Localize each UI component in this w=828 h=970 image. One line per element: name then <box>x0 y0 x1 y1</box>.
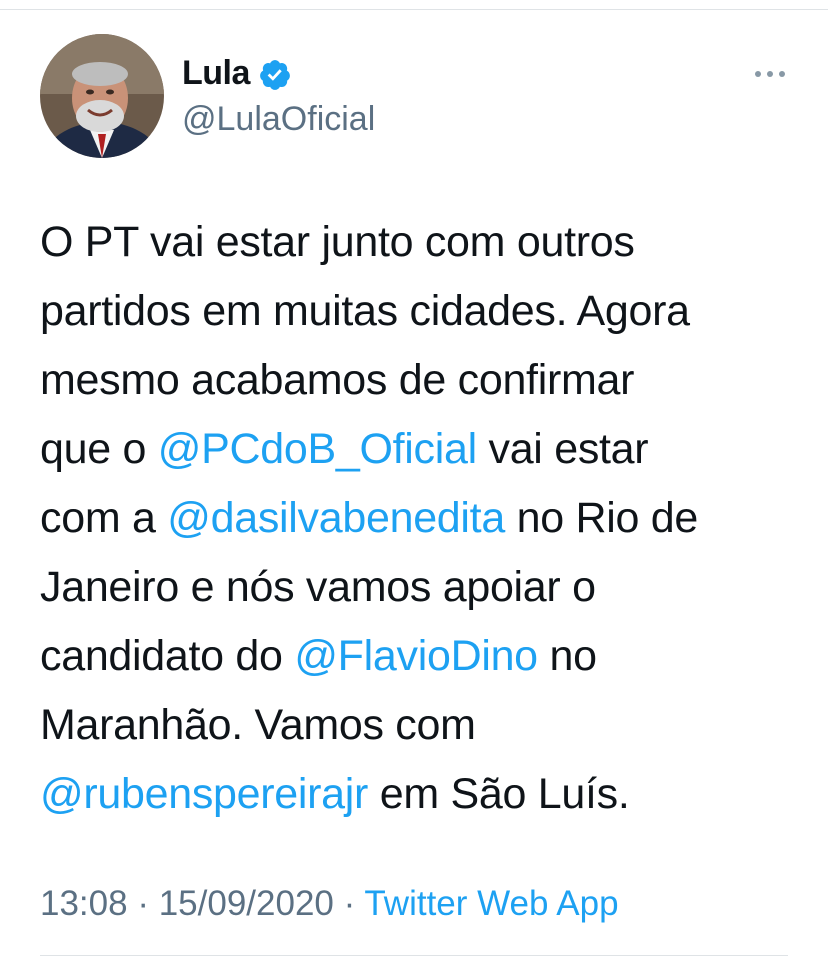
mention-link-flaviodino[interactable]: @FlavioDino <box>294 632 538 680</box>
mention-link-rubenspereirajr[interactable]: @rubenspereirajr <box>40 770 368 818</box>
tweet-text: com a <box>40 494 168 542</box>
tweet-line: Janeiro e nós vamos apoiar o <box>40 553 800 622</box>
avatar[interactable] <box>40 34 164 158</box>
tweet-text: mesmo acabamos de confirmar <box>40 356 635 404</box>
author-handle[interactable]: @LulaOficial <box>182 98 375 140</box>
more-options-icon <box>755 71 785 77</box>
tweet-body: O PT vai estar junto com outros partidos… <box>40 208 800 829</box>
tweet-line: mesmo acabamos de confirmar <box>40 346 800 415</box>
tweet-meta: 13:08 · 15/09/2020 · Twitter Web App <box>40 880 619 928</box>
tweet-text: no Rio de <box>504 494 699 542</box>
more-options-button[interactable] <box>752 62 788 86</box>
tweet-text: que o <box>40 425 158 473</box>
bottom-divider <box>40 955 788 956</box>
mention-link-pcdob[interactable]: @PCdoB_Oficial <box>158 425 477 473</box>
tweet-date[interactable]: 15/09/2020 <box>159 884 334 923</box>
tweet-line: Maranhão. Vamos com <box>40 691 800 760</box>
tweet-line: que o @PCdoB_Oficial vai estar <box>40 415 800 484</box>
tweet-time[interactable]: 13:08 <box>40 884 128 923</box>
tweet-text: vai estar <box>476 425 649 473</box>
tweet-text: Maranhão. Vamos com <box>40 701 476 749</box>
tweet-text: no <box>537 632 597 680</box>
top-divider <box>0 9 828 10</box>
tweet-text: O PT vai estar junto com outros <box>40 218 635 266</box>
avatar-photo <box>40 34 164 158</box>
tweet-text: candidato do <box>40 632 295 680</box>
meta-separator: · <box>127 884 159 923</box>
tweet-text: Janeiro e nós vamos apoiar o <box>40 563 596 611</box>
mention-link-dasilvabenedita[interactable]: @dasilvabenedita <box>167 494 505 542</box>
tweet-line: O PT vai estar junto com outros <box>40 208 800 277</box>
tweet-line: com a @dasilvabenedita no Rio de <box>40 484 800 553</box>
verified-badge-icon <box>258 58 292 92</box>
tweet-source-link[interactable]: Twitter Web App <box>364 884 618 923</box>
tweet-line: candidato do @FlavioDino no <box>40 622 800 691</box>
tweet-text: partidos em muitas cidades. Agora <box>40 287 690 335</box>
author-name[interactable]: Lula <box>182 53 250 93</box>
tweet-line: partidos em muitas cidades. Agora <box>40 277 800 346</box>
tweet-text: em São Luís. <box>368 770 630 818</box>
meta-separator: · <box>333 884 365 923</box>
tweet-line: @rubenspereirajr em São Luís. <box>40 760 800 829</box>
